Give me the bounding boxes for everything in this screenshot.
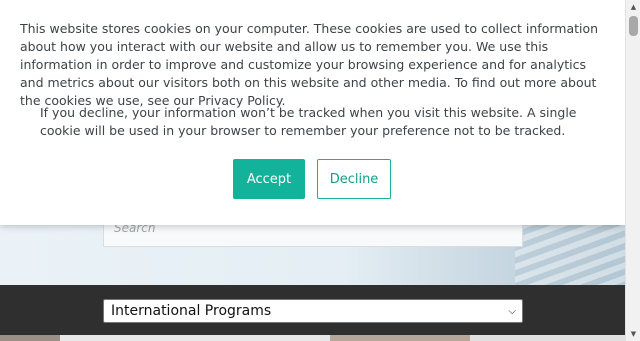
page-content: Search International Programs ⌵ This web… (0, 0, 625, 341)
accept-button[interactable]: Accept (233, 159, 305, 199)
program-select-value: International Programs (111, 303, 272, 319)
scrollbar-thumb[interactable] (629, 16, 638, 36)
page-scrollbar[interactable]: ▲ ▼ (625, 0, 640, 341)
program-select[interactable]: International Programs ⌵ (103, 299, 523, 323)
cookie-message: This website stores cookies on your comp… (20, 21, 599, 108)
triangle-down-icon[interactable]: ▼ (626, 327, 640, 341)
cookie-banner: This website stores cookies on your comp… (0, 0, 625, 225)
decline-button[interactable]: Decline (317, 159, 391, 199)
image-strip (0, 335, 625, 341)
chevron-down-icon: ⌵ (508, 305, 516, 317)
triangle-up-icon[interactable]: ▲ (626, 0, 640, 14)
cookie-decline-note: If you decline, your information won’t b… (40, 105, 577, 138)
